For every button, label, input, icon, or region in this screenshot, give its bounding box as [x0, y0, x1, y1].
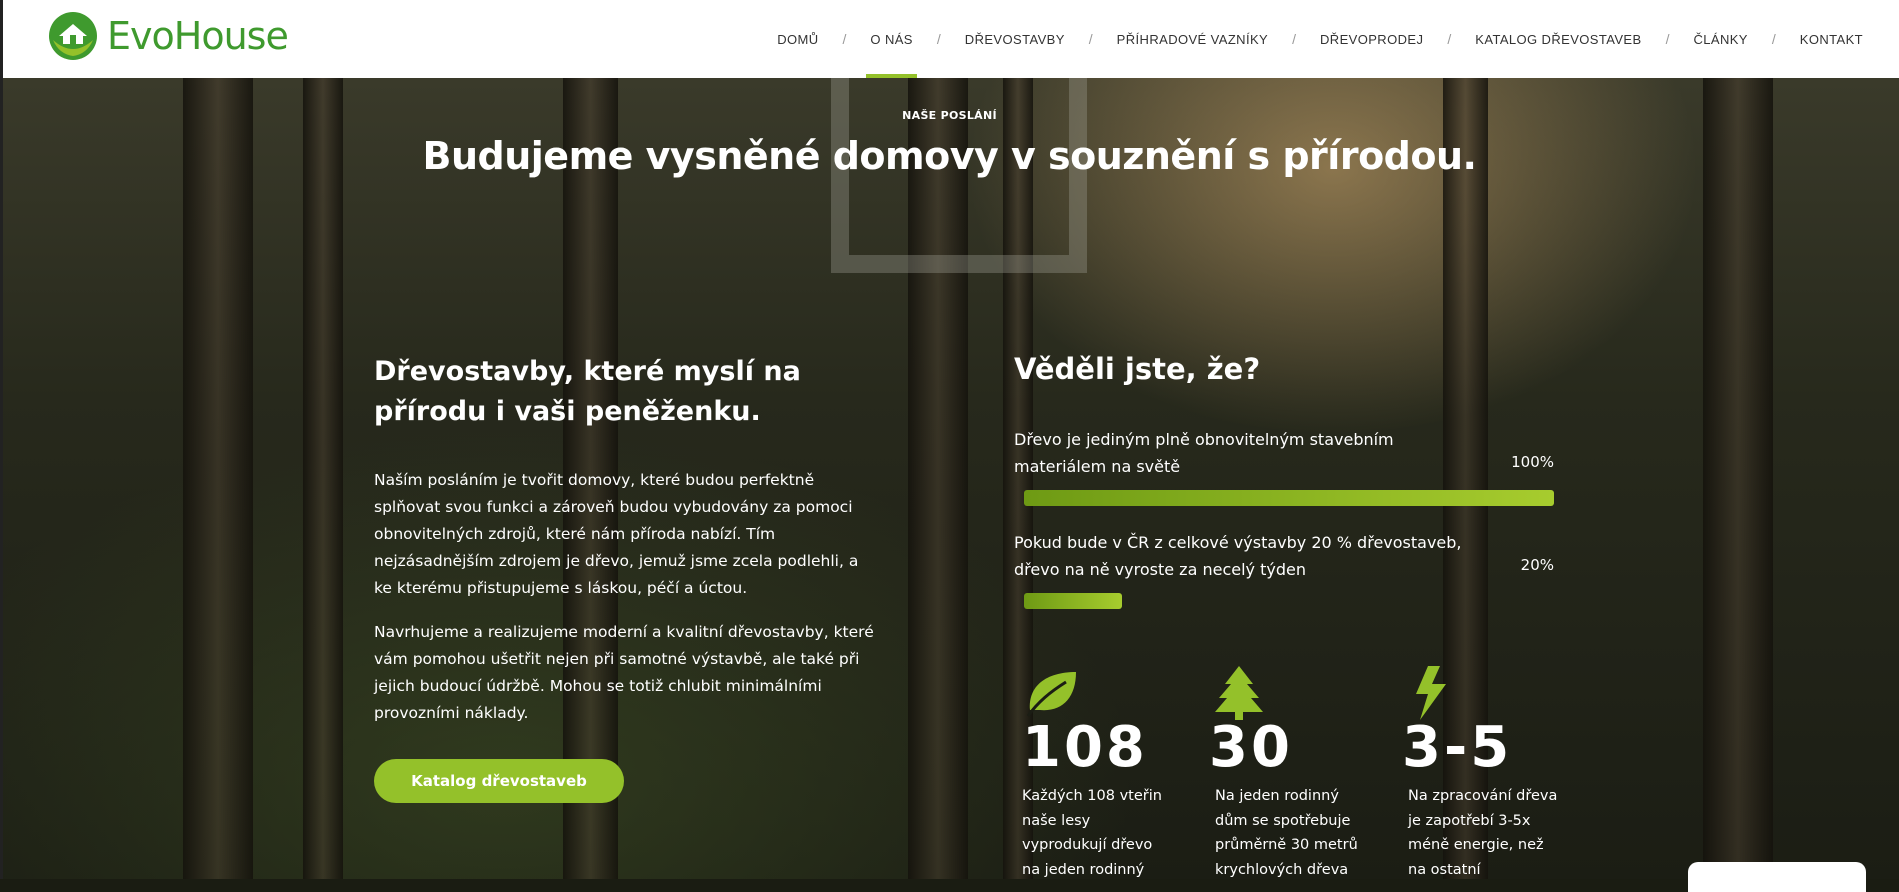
nav-link[interactable]: ČLÁNKY	[1689, 32, 1751, 47]
nav-link[interactable]: KATALOG DŘEVOSTAVEB	[1471, 32, 1645, 47]
stat-description: Každých 108 vteřin naše lesy vyprodukují…	[1022, 788, 1162, 878]
nav-link[interactable]: DOMŮ	[773, 32, 822, 47]
progress-bar-fill	[1024, 593, 1122, 609]
progress-bar	[1014, 490, 1554, 506]
nav-separator: /	[1771, 31, 1776, 47]
stat-description: Na zpracování dřeva je zapotřebí 3-5x mé…	[1408, 788, 1558, 878]
nav-separator: /	[842, 31, 847, 47]
nav-separator: /	[936, 31, 941, 47]
stat-number: 30	[1209, 715, 1293, 780]
facts-title: Věděli jste, že?	[1014, 352, 1261, 386]
fact-percent: 20%	[1520, 556, 1554, 574]
design-paragraph: Navrhujeme a realizujeme moderní a kvali…	[374, 623, 874, 722]
hero-headline: Budujeme vysněné domovy v souznění s pří…	[422, 134, 1477, 178]
nav-separator: /	[1292, 31, 1296, 47]
nav-link[interactable]: DŘEVOSTAVBY	[961, 32, 1069, 47]
nav-item-kontakt[interactable]: KONTAKT	[1796, 0, 1867, 78]
nav-link[interactable]: KONTAKT	[1796, 32, 1867, 47]
site-header: EvoHouse DOMŮ / O NÁS / DŘEVOSTAVBY / PŘ…	[0, 0, 1899, 78]
main-nav: DOMŮ / O NÁS / DŘEVOSTAVBY / PŘÍHRADOVÉ …	[773, 0, 1867, 78]
catalog-button[interactable]: Katalog dřevostaveb	[374, 759, 624, 803]
lightning-icon	[1416, 666, 1446, 720]
nav-item-drevoprodej[interactable]: DŘEVOPRODEJ	[1316, 0, 1427, 78]
stat-number: 108	[1022, 715, 1148, 780]
nav-link[interactable]: O NÁS	[866, 32, 916, 47]
stat-number: 3-5	[1402, 715, 1513, 780]
nav-item-prihradove-vazniky[interactable]: PŘÍHRADOVÉ VAZNÍKY	[1113, 0, 1272, 78]
house-logo-icon	[49, 12, 97, 60]
nav-item-clanky[interactable]: ČLÁNKY	[1689, 0, 1751, 78]
leaf-icon	[1026, 672, 1076, 717]
fact-item: Pokud bude v ČR z celkové výstavby 20 % …	[1014, 529, 1554, 609]
fact-percent: 100%	[1511, 453, 1554, 471]
tree-trunk	[183, 78, 253, 879]
stat-description: Na jeden rodinný dům se spotřebuje průmě…	[1215, 788, 1358, 878]
progress-bar-fill	[1024, 490, 1554, 506]
stat-item: 108 Každých 108 vteřin naše lesy vyprodu…	[1022, 664, 1172, 882]
tree-icon	[1215, 666, 1263, 720]
fact-text: Pokud bude v ČR z celkové výstavby 20 % …	[1014, 533, 1462, 579]
chat-widget-tab[interactable]	[1688, 862, 1866, 892]
nav-item-domu[interactable]: DOMŮ	[773, 0, 822, 78]
logo[interactable]: EvoHouse	[47, 10, 289, 62]
nav-item-drevostavby[interactable]: DŘEVOSTAVBY	[961, 0, 1069, 78]
mission-paragraph: Naším posláním je tvořit domovy, které b…	[374, 471, 859, 597]
nav-link[interactable]: DŘEVOPRODEJ	[1316, 32, 1427, 47]
hero-forest-background	[0, 78, 1899, 879]
nav-separator: /	[1088, 31, 1093, 47]
nav-item-katalog[interactable]: KATALOG DŘEVOSTAVEB	[1471, 0, 1645, 78]
nav-link[interactable]: PŘÍHRADOVÉ VAZNÍKY	[1113, 32, 1272, 47]
nav-separator: /	[1447, 31, 1452, 47]
nav-item-o-nas[interactable]: O NÁS	[866, 0, 918, 78]
tree-trunk	[1703, 78, 1773, 879]
tree-trunk	[303, 78, 343, 879]
stat-item: 30 Na jeden rodinný dům se spotřebuje pr…	[1209, 664, 1359, 882]
logo-text: EvoHouse	[107, 14, 289, 58]
fact-item: Dřevo je jediným plně obnovitelným stave…	[1014, 426, 1554, 506]
section-eyebrow: NAŠE POSLÁNÍ	[902, 109, 997, 122]
stat-item: 3-5 Na zpracování dřeva je zapotřebí 3-5…	[1402, 664, 1557, 882]
progress-bar	[1014, 593, 1554, 609]
left-section-title: Dřevostavby, které myslí na přírodu i va…	[374, 356, 801, 427]
nav-separator: /	[1665, 31, 1670, 47]
fact-text: Dřevo je jediným plně obnovitelným stave…	[1014, 430, 1394, 476]
